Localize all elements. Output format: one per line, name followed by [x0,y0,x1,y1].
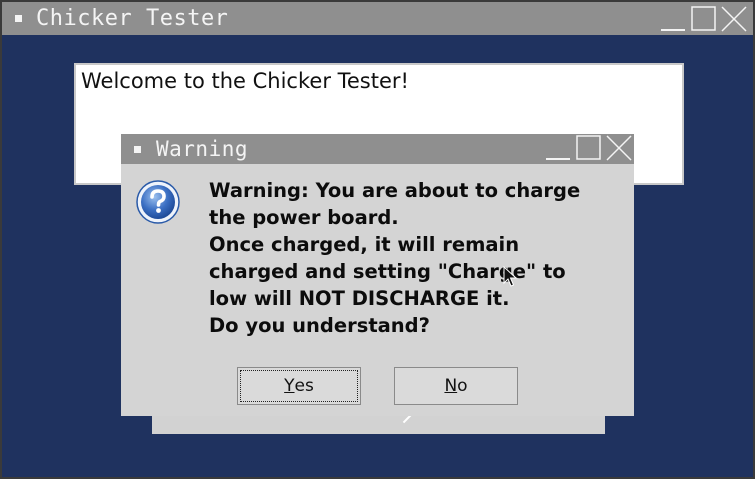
resize-grip-icon[interactable] [402,414,412,424]
main-window-controls [661,6,747,32]
window-menu-icon[interactable] [15,15,22,22]
welcome-text: Welcome to the Chicker Tester! [81,69,409,93]
yes-button[interactable]: Yes [237,367,361,405]
main-titlebar[interactable]: Chicker Tester [2,2,753,35]
close-icon[interactable] [721,6,747,32]
mouse-cursor-icon [503,265,518,292]
question-icon [135,179,181,225]
dialog-minimize-icon[interactable] [546,135,572,161]
yes-label-rest: es [294,376,314,396]
dialog-titlebar[interactable]: Warning [121,134,634,164]
dialog-close-icon[interactable] [606,135,632,161]
warning-dialog: Warning Warning: You are about to charge… [121,134,634,416]
dialog-controls [546,135,632,161]
minimize-icon[interactable] [661,6,687,32]
no-label-rest: o [457,376,468,396]
dialog-menu-icon[interactable] [134,145,141,153]
main-window-title: Chicker Tester [36,6,229,31]
no-mnemonic: N [444,376,458,396]
dialog-resize-border[interactable] [152,414,605,434]
yes-mnemonic: Y [284,376,295,396]
dialog-message: Warning: You are about to charge the pow… [209,179,581,337]
maximize-icon[interactable] [691,6,717,32]
dialog-maximize-icon[interactable] [576,135,602,161]
no-button[interactable]: No [394,367,518,405]
dialog-title: Warning [156,137,249,161]
